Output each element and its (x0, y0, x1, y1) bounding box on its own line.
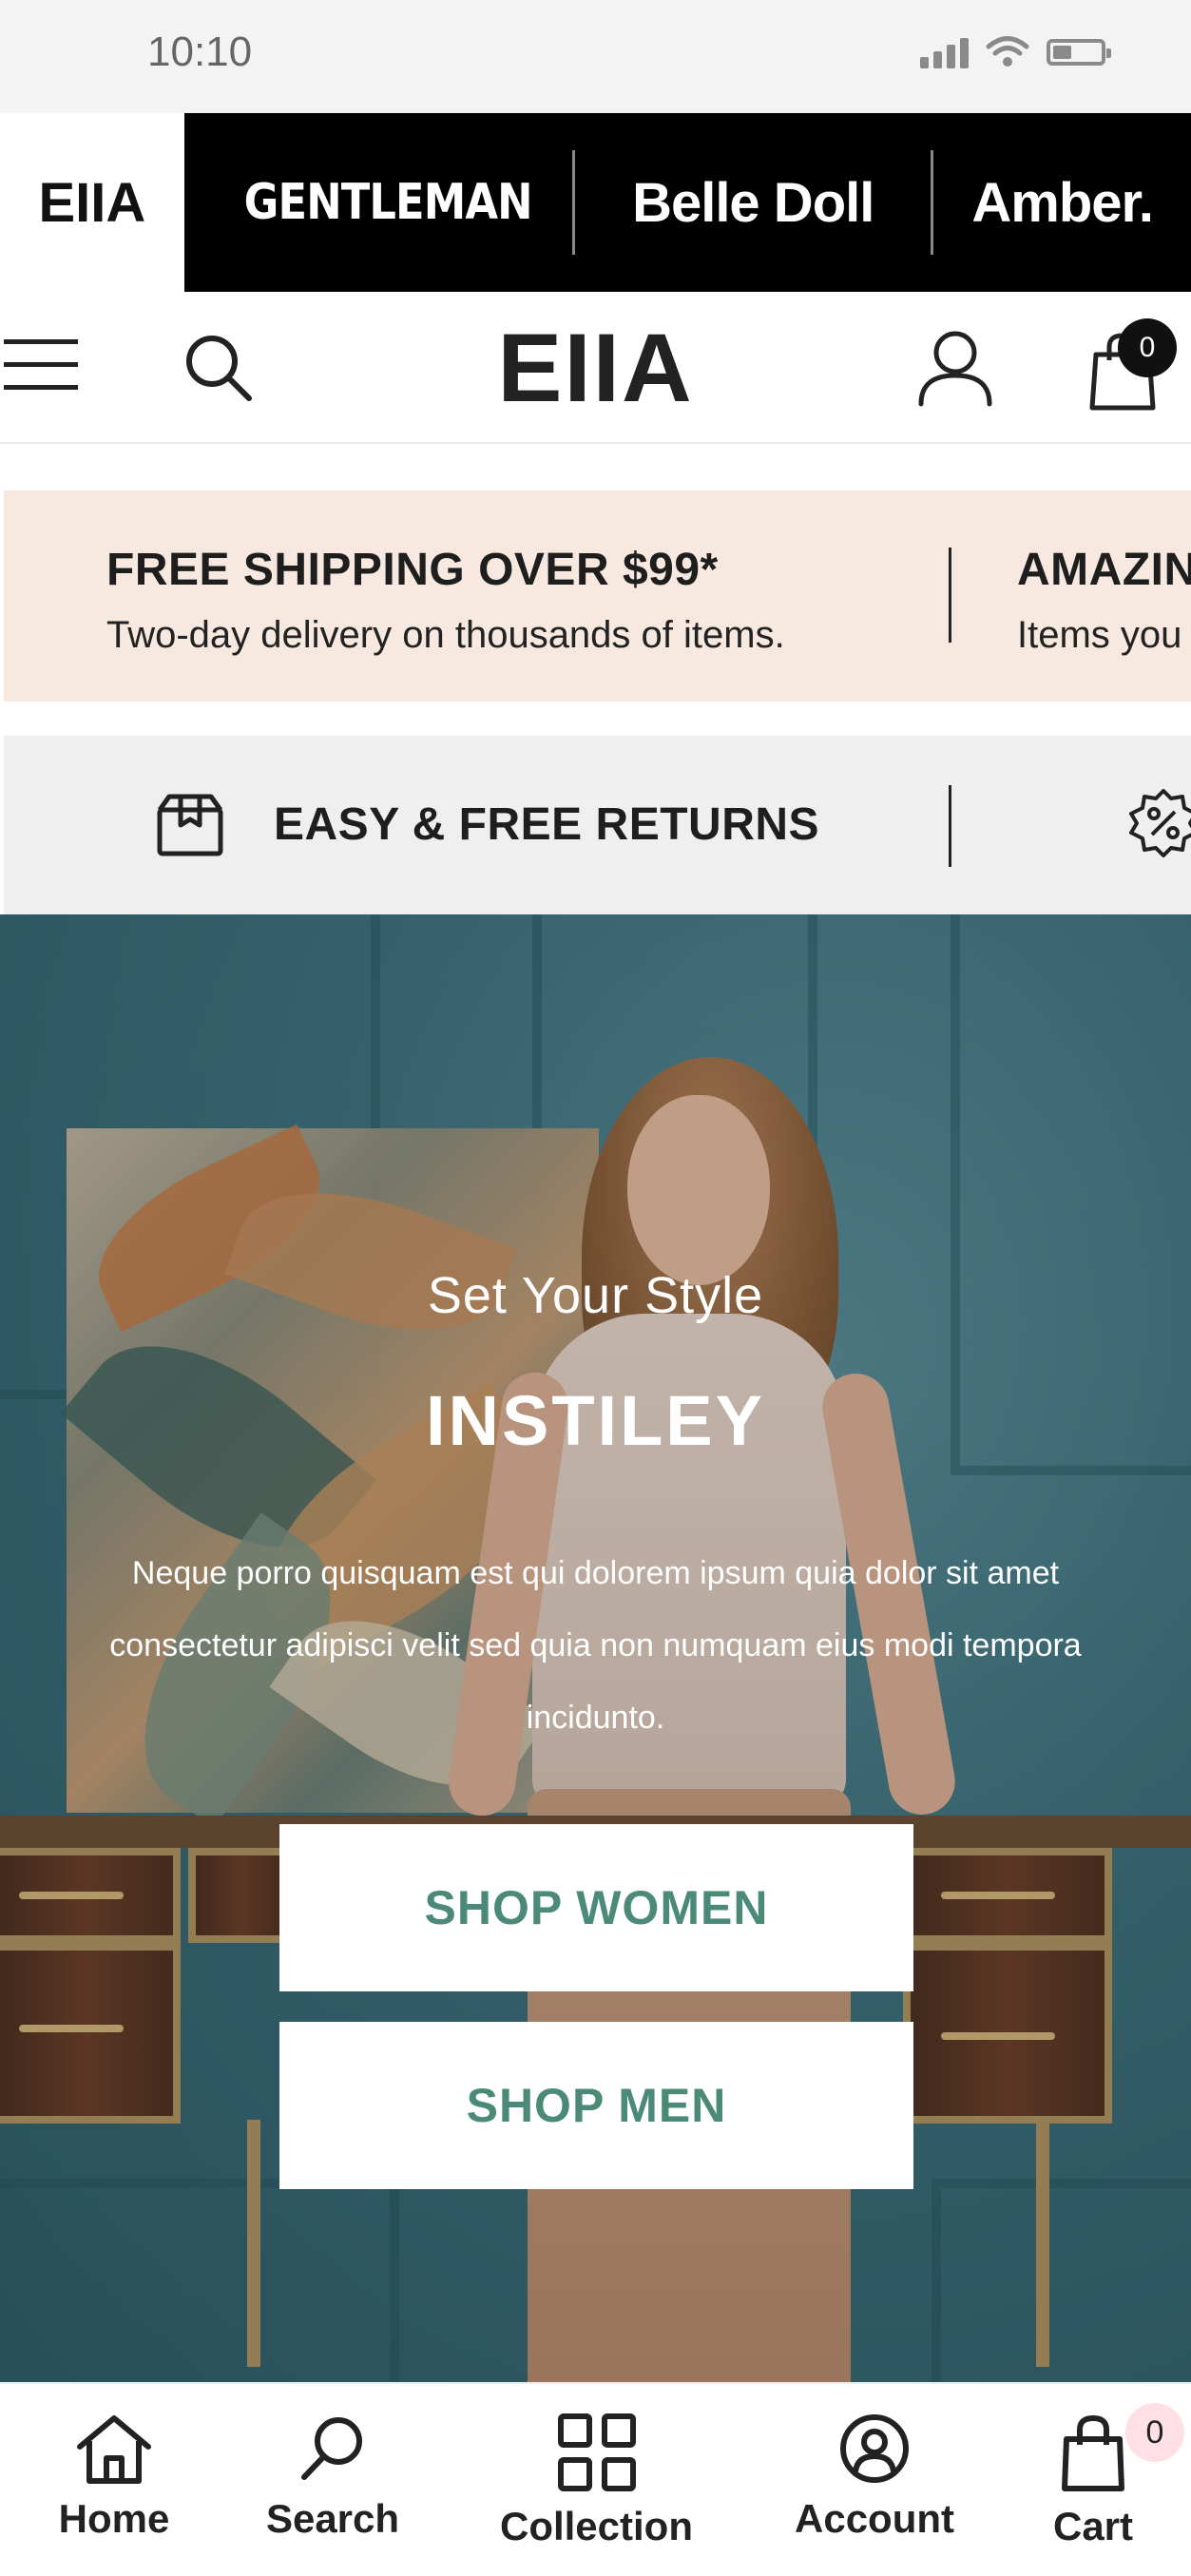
site-header: EIIA 0 (0, 292, 1191, 444)
home-icon (77, 2415, 151, 2484)
brand-strip: EIIA GENTLEMAN Belle Doll Amber. (0, 113, 1191, 292)
shop-women-button[interactable]: SHOP WOMEN (279, 1824, 913, 1991)
promo-subtitle: Two-day delivery on thousands of items. (106, 614, 785, 656)
promo-banner-shipping: FREE SHIPPING OVER $99* Two-day delivery… (4, 490, 1191, 702)
cart-icon (1062, 2414, 1124, 2491)
hero-title: INSTILEY (425, 1381, 766, 1460)
account-icon[interactable] (915, 328, 995, 408)
status-bar: 10:10 (0, 0, 1191, 113)
status-icons (920, 36, 1111, 68)
brand-tab-belle-doll[interactable]: Belle Doll (575, 113, 931, 292)
nav-label-cart: Cart (1052, 2504, 1134, 2548)
brand-tab-eiia[interactable]: EIIA (0, 113, 184, 292)
nav-item-account[interactable]: Account (779, 2384, 970, 2576)
shop-men-button[interactable]: SHOP MEN (279, 2022, 913, 2189)
nav-label-account: Account (795, 2496, 954, 2541)
status-time: 10:10 (147, 29, 253, 75)
hero-subtitle: Set Your Style (427, 1267, 764, 1324)
signal-icon (920, 36, 969, 68)
box-icon (157, 794, 223, 856)
brand-tab-gentleman[interactable]: GENTLEMAN (229, 113, 547, 292)
nav-item-search[interactable]: Search (257, 2384, 409, 2576)
discount-icon (1129, 789, 1191, 857)
promo-title-next: AMAZIN (1017, 545, 1191, 595)
site-logo[interactable]: EIIA (0, 313, 1191, 424)
promo-title: FREE SHIPPING OVER $99* (106, 545, 719, 595)
nav-label-home: Home (58, 2496, 170, 2541)
account-icon (840, 2414, 909, 2483)
nav-label-collection: Collection (499, 2504, 693, 2548)
wifi-icon (986, 36, 1029, 67)
promo-title-returns: EASY & FREE RETURNS (274, 799, 820, 850)
grid-icon (557, 2413, 636, 2491)
brand-tab-amber[interactable]: Amber. (933, 113, 1191, 292)
cart-count-badge: 0 (1125, 2403, 1184, 2462)
promo-divider (949, 548, 951, 643)
hero-banner: Set Your Style INSTILEY Neque porro quis… (0, 914, 1191, 2382)
nav-item-collection[interactable]: Collection (480, 2384, 713, 2576)
promo-divider (949, 785, 951, 867)
search-icon (301, 2417, 362, 2480)
cart-count-badge: 0 (1118, 318, 1177, 377)
nav-item-cart[interactable]: Cart 0 (1036, 2384, 1184, 2576)
battery-icon (1047, 39, 1111, 66)
hero-description: Neque porro quisquam est qui dolorem ips… (109, 1555, 1082, 1736)
promo-subtitle-next: Items you (1017, 614, 1182, 656)
promo-banner-returns: EASY & FREE RETURNS (4, 736, 1191, 914)
bottom-navigation: Home Search Collection Account Cart 0 (0, 2382, 1191, 2576)
nav-label-search: Search (265, 2496, 400, 2541)
nav-item-home[interactable]: Home (38, 2384, 190, 2576)
